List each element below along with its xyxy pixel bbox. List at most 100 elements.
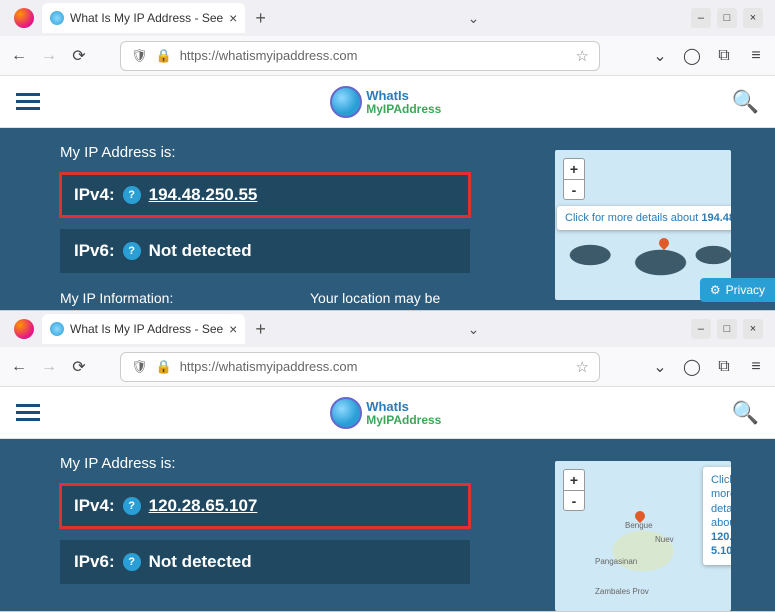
help-icon[interactable]: ? [123,553,141,571]
ipv6-label: IPv6: [74,241,115,261]
location-text: Your location may be [310,290,440,306]
back-button[interactable]: ← [10,47,28,65]
lock-icon: 🔒 [156,359,172,375]
ipv4-row: IPv4: ? 120.28.65.107 [60,484,470,528]
browser-tab[interactable]: What Is My IP Address - See × [42,314,245,344]
menu-icon[interactable]: ≡ [747,47,765,65]
ipv4-row: IPv4: ? 194.48.250.55 [60,173,470,217]
firefox-icon [14,8,34,28]
tab-title: What Is My IP Address - See [70,322,223,336]
firefox-icon [14,319,34,339]
pocket-icon[interactable]: ⌄ [651,47,669,65]
lock-icon: 🔒 [156,48,172,64]
map-label: Zambales Prov [595,587,649,596]
site-header: WhatIs MyIPAddress 🔍 [0,387,775,439]
search-icon[interactable]: 🔍 [732,89,759,115]
bookmark-star-icon[interactable]: ☆ [576,47,589,65]
maximize-button[interactable]: □ [717,319,737,339]
browser-window-1: What Is My IP Address - See × + ⌄ – □ × … [0,0,775,311]
toolbar-right: ⌄ ◯ ⧉ ≡ [651,47,765,65]
map-label: Pangasinan [595,557,637,566]
url-bar[interactable]: 🛡 🔒 https://whatismyipaddress.com ☆ [120,41,600,71]
maximize-button[interactable]: □ [717,8,737,28]
site-header: WhatIs MyIPAddress 🔍 [0,76,775,128]
logo-text: WhatIs MyIPAddress [366,400,441,426]
map-panel[interactable]: + - × Click for more details about 120.2… [555,461,731,611]
ipv6-label: IPv6: [74,552,115,572]
privacy-label: Privacy [726,283,765,297]
close-tab-icon[interactable]: × [229,10,237,26]
help-icon[interactable]: ? [123,186,141,204]
nav-bar: ← → ⟳ 🛡 🔒 https://whatismyipaddress.com … [0,347,775,387]
close-window-button[interactable]: × [743,8,763,28]
pocket-icon[interactable]: ⌄ [651,358,669,376]
globe-icon [330,397,362,429]
zoom-out-button[interactable]: - [564,179,584,199]
site-menu-button[interactable] [16,404,40,421]
close-tab-icon[interactable]: × [229,321,237,337]
zoom-control: + - [563,158,585,200]
zoom-control: + - [563,469,585,511]
back-button[interactable]: ← [10,358,28,376]
forward-button[interactable]: → [40,47,58,65]
ipv6-row: IPv6: ? Not detected [60,229,470,273]
favicon-icon [50,11,64,25]
content-area: My IP Address is: IPv4: ? 194.48.250.55 … [0,128,775,310]
forward-button[interactable]: → [40,358,58,376]
browser-tab[interactable]: What Is My IP Address - See × [42,3,245,33]
bookmark-star-icon[interactable]: ☆ [576,358,589,376]
new-tab-button[interactable]: + [255,319,266,340]
new-tab-button[interactable]: + [255,8,266,29]
logo-text: WhatIs MyIPAddress [366,89,441,115]
ipv6-value: Not detected [149,241,252,261]
tab-bar: What Is My IP Address - See × + ⌄ – □ × [0,311,775,347]
map-label: Nuev [655,535,674,544]
ip-info-heading: My IP Information: [60,290,173,306]
nav-bar: ← → ⟳ 🛡 🔒 https://whatismyipaddress.com … [0,36,775,76]
reload-button[interactable]: ⟳ [70,47,88,65]
reload-button[interactable]: ⟳ [70,358,88,376]
site-logo[interactable]: WhatIs MyIPAddress [330,397,441,429]
zoom-in-button[interactable]: + [564,470,584,490]
extensions-icon[interactable]: ⧉ [715,358,733,376]
zoom-out-button[interactable]: - [564,490,584,510]
url-text: https://whatismyipaddress.com [180,48,568,63]
minimize-button[interactable]: – [691,8,711,28]
shield-icon: 🛡 [131,48,148,64]
account-icon[interactable]: ◯ [683,47,701,65]
tabs-dropdown-icon[interactable]: ⌄ [468,10,480,27]
ipv6-row: IPv6: ? Not detected [60,540,470,584]
site-logo[interactable]: WhatIs MyIPAddress [330,86,441,118]
map-tooltip[interactable]: Click for more details about 194.48.250.… [557,206,731,230]
privacy-badge[interactable]: ⚙ Privacy [700,278,775,302]
search-icon[interactable]: 🔍 [732,400,759,426]
shield-icon: 🛡 [131,359,148,375]
toolbar-right: ⌄ ◯ ⧉ ≡ [651,358,765,376]
ipv4-label: IPv4: [74,496,115,516]
map-label: Bengue [625,521,653,530]
ipv4-value[interactable]: 120.28.65.107 [149,496,258,516]
url-bar[interactable]: 🛡 🔒 https://whatismyipaddress.com ☆ [120,352,600,382]
menu-icon[interactable]: ≡ [747,358,765,376]
tabs-dropdown-icon[interactable]: ⌄ [468,321,480,338]
help-icon[interactable]: ? [123,497,141,515]
site-menu-button[interactable] [16,93,40,110]
ipv6-value: Not detected [149,552,252,572]
minimize-button[interactable]: – [691,319,711,339]
ipv4-value[interactable]: 194.48.250.55 [149,185,258,205]
globe-icon [330,86,362,118]
zoom-in-button[interactable]: + [564,159,584,179]
url-text: https://whatismyipaddress.com [180,359,568,374]
window-controls: – □ × [691,8,769,28]
close-window-button[interactable]: × [743,319,763,339]
favicon-icon [50,322,64,336]
map-tooltip[interactable]: × Click for more details about 120.28.6 … [703,467,731,565]
browser-window-2: What Is My IP Address - See × + ⌄ – □ × … [0,311,775,612]
tab-bar: What Is My IP Address - See × + ⌄ – □ × [0,0,775,36]
extensions-icon[interactable]: ⧉ [715,47,733,65]
tab-title: What Is My IP Address - See [70,11,223,25]
help-icon[interactable]: ? [123,242,141,260]
window-controls: – □ × [691,319,769,339]
account-icon[interactable]: ◯ [683,358,701,376]
content-area: My IP Address is: IPv4: ? 120.28.65.107 … [0,439,775,611]
